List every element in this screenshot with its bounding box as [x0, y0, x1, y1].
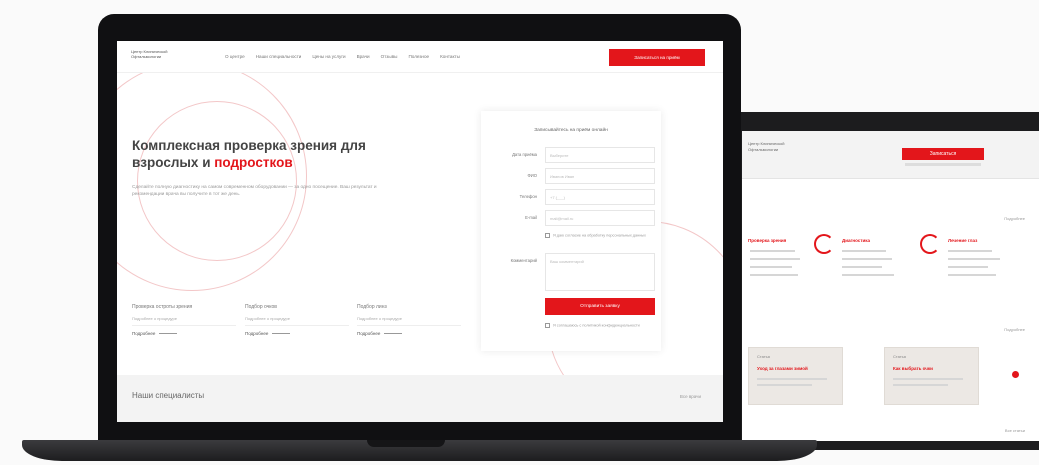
- all-doctors-link[interactable]: Все врачи: [680, 394, 701, 399]
- tablet-card-title: Лечение глаз: [948, 238, 978, 243]
- feature-more-link[interactable]: Подробнее: [245, 331, 349, 336]
- feature-title: Проверка остроты зрения: [132, 304, 193, 310]
- date-label: Дата приёма: [512, 152, 537, 157]
- tablet-cta-button[interactable]: Записаться: [902, 148, 984, 160]
- decorative-circle: [137, 101, 297, 261]
- tablet-service-card[interactable]: Лечение глаз: [946, 234, 1039, 306]
- tablet-brand: Центр Клинической Офтальмологии: [748, 141, 785, 152]
- article-tag: Статья: [893, 354, 906, 359]
- specialists-section: Наши специалисты Все врачи: [117, 375, 723, 422]
- article-tag: Статья: [757, 354, 770, 359]
- comment-textarea[interactable]: Ваш комментарий: [545, 253, 655, 291]
- site-logo[interactable]: Центр Клинической Офтальмологии: [131, 49, 191, 59]
- nav-item-reviews[interactable]: Отзывы: [381, 54, 398, 59]
- phone-input[interactable]: +7 (___): [545, 189, 655, 205]
- checkbox-icon[interactable]: [545, 233, 550, 238]
- privacy-label: Я соглашаюсь с политикой конфиденциально…: [553, 323, 640, 328]
- top-navigation: Центр Клинической Офтальмологии О центре…: [117, 41, 723, 73]
- nav-item-useful[interactable]: Полезное: [408, 54, 429, 59]
- laptop-notch: [367, 440, 445, 447]
- nav-item-doctors[interactable]: Врачи: [357, 54, 370, 59]
- consent-checkbox[interactable]: Я даю согласие на обработку персональных…: [545, 233, 655, 239]
- device-mockup: Центр Клинической Офтальмологии Записать…: [0, 0, 1039, 465]
- feature-item: Проверка остроты зрения Подробнее о проц…: [132, 304, 236, 336]
- checkbox-icon[interactable]: [545, 323, 550, 328]
- tablet-all-link[interactable]: Все статьи: [1005, 428, 1025, 433]
- feature-text: Подробнее о процедуре: [132, 316, 236, 326]
- ring-icon: [920, 234, 940, 254]
- feature-more-link[interactable]: Подробнее: [357, 331, 461, 336]
- article-title: Уход за глазами зимой: [757, 366, 808, 371]
- tablet-card-title: Проверка зрения: [748, 238, 787, 243]
- form-row-date: Дата приёма Выберите: [485, 147, 655, 163]
- feature-title: Подбор очков: [245, 304, 277, 310]
- feature-more-link[interactable]: Подробнее: [132, 331, 236, 336]
- nav-item-contacts[interactable]: Контакты: [440, 54, 460, 59]
- book-appointment-button[interactable]: Записаться на приём: [609, 49, 705, 66]
- name-label: ФИО: [527, 173, 537, 178]
- tablet-more-link[interactable]: Подробнее: [1004, 327, 1025, 332]
- feature-item: Подбор очков Подробнее о процедуре Подро…: [245, 304, 349, 336]
- name-input[interactable]: Иванов Иван: [545, 168, 655, 184]
- appointment-form: Записывайтесь на приём онлайн Дата приём…: [481, 111, 661, 351]
- feature-text: Подробнее о процедуре: [245, 316, 349, 326]
- nav-item-about[interactable]: О центре: [225, 54, 245, 59]
- ring-icon: [814, 234, 834, 254]
- nav-menu: О центре Наши специальности Цены на услу…: [225, 54, 460, 59]
- tablet-article-card[interactable]: Статья Уход за глазами зимой: [748, 347, 843, 405]
- laptop-screen: Центр Клинической Офтальмологии О центре…: [117, 41, 723, 422]
- tablet-card-title: Диагностика: [842, 238, 870, 243]
- feature-item: Подбор линз Подробнее о процедуре Подроб…: [357, 304, 461, 336]
- section-title: Наши специалисты: [132, 391, 205, 400]
- article-title: Как выбрать очки: [893, 366, 933, 371]
- submit-button[interactable]: Отправить заявку: [545, 298, 655, 315]
- form-row-comment: Комментарий Ваш комментарий: [485, 253, 655, 291]
- hero-description: Сделайте полную диагностику на самом сов…: [132, 185, 377, 197]
- tablet-screen: Центр Клинической Офтальмологии Записать…: [742, 131, 1039, 441]
- consent-label: Я даю согласие на обработку персональных…: [553, 233, 646, 238]
- form-row-email: E-mail mail@mail.ru: [485, 210, 655, 226]
- tablet-more-link[interactable]: Подробнее: [1004, 216, 1025, 221]
- form-row-name: ФИО Иванов Иван: [485, 168, 655, 184]
- privacy-checkbox[interactable]: Я соглашаюсь с политикой конфиденциально…: [545, 323, 655, 329]
- date-input[interactable]: Выберите: [545, 147, 655, 163]
- nav-item-prices[interactable]: Цены на услуги: [312, 54, 345, 59]
- email-input[interactable]: mail@mail.ru: [545, 210, 655, 226]
- form-row-phone: Телефон +7 (___): [485, 189, 655, 205]
- feature-text: Подробнее о процедуре: [357, 316, 461, 326]
- hero-title: Комплексная проверка зрения для взрослых…: [132, 137, 422, 171]
- phone-label: Телефон: [519, 194, 537, 199]
- tablet-header: Центр Клинической Офтальмологии Записать…: [742, 131, 1039, 179]
- tablet-cta-note: [905, 163, 981, 166]
- hero-title-highlight: подростков: [214, 155, 293, 170]
- nav-item-specialties[interactable]: Наши специальности: [256, 54, 302, 59]
- slider-next-dot[interactable]: [1012, 371, 1019, 378]
- tablet-article-card[interactable]: Статья Как выбрать очки: [884, 347, 979, 405]
- comment-label: Комментарий: [510, 258, 537, 263]
- form-title: Записывайтесь на приём онлайн: [534, 128, 608, 133]
- email-label: E-mail: [525, 215, 537, 220]
- feature-title: Подбор линз: [357, 304, 387, 310]
